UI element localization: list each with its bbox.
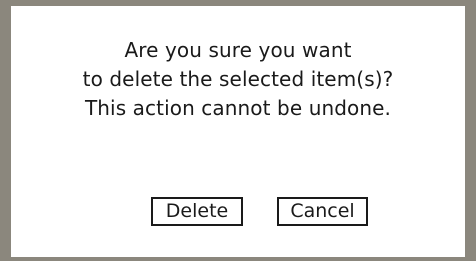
confirm-delete-window: Are you sure you want to delete the sele… <box>0 0 476 261</box>
cancel-button[interactable]: Cancel <box>277 197 368 226</box>
delete-button[interactable]: Delete <box>151 197 243 226</box>
confirmation-dialog: Are you sure you want to delete the sele… <box>11 6 465 257</box>
window-border-right <box>465 0 476 261</box>
message-line-3: This action cannot be undone. <box>84 96 392 120</box>
window-border-bottom <box>0 257 476 261</box>
window-border-left <box>0 0 11 261</box>
message-line-2: to delete the selected item(s)? <box>82 67 394 91</box>
dialog-button-row: Delete Cancel <box>11 197 465 231</box>
confirmation-message: Are you sure you want to delete the sele… <box>11 36 465 123</box>
message-line-1: Are you sure you want <box>124 38 352 62</box>
